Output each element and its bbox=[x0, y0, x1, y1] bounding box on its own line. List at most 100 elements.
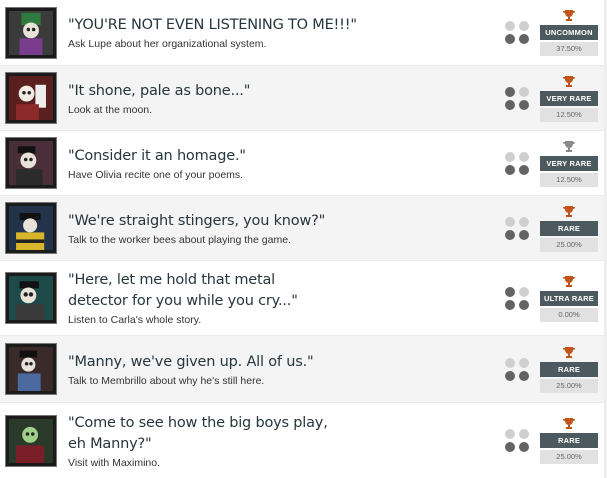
achievement-row[interactable]: "Here, let me hold that metal detector f… bbox=[0, 261, 607, 336]
unlock-percent: 25.00% bbox=[540, 237, 598, 252]
achievement-row[interactable]: "YOU'RE NOT EVEN LISTENING TO ME!!!" Ask… bbox=[0, 0, 607, 66]
achievement-thumbnail bbox=[6, 73, 56, 123]
achievement-thumbnail bbox=[6, 273, 56, 323]
unlock-percent: 25.00% bbox=[540, 450, 598, 464]
progress-dots bbox=[500, 336, 534, 402]
progress-dots bbox=[500, 196, 534, 260]
progress-dot bbox=[505, 164, 515, 175]
thumb-wrap bbox=[0, 261, 62, 335]
achievement-text: "Here, let me hold that metal detector f… bbox=[62, 261, 500, 335]
progress-dot bbox=[505, 216, 515, 227]
progress-dot bbox=[505, 442, 515, 452]
rarity-block: UNCOMMON 37.50% bbox=[534, 0, 604, 65]
progress-dots bbox=[500, 403, 534, 478]
achievement-description: Visit with Maximino. bbox=[68, 456, 160, 469]
trophy-gold-icon bbox=[563, 10, 575, 21]
rarity-block: VERY RARE 12.50% bbox=[534, 131, 604, 195]
progress-dot bbox=[505, 151, 515, 162]
progress-dot bbox=[519, 429, 529, 439]
thumb-wrap bbox=[0, 0, 62, 65]
rarity-block: VERY RARE 12.50% bbox=[534, 66, 604, 130]
achievement-title: "YOU'RE NOT EVEN LISTENING TO ME!!!" bbox=[68, 17, 357, 33]
trophy-gold-icon bbox=[563, 418, 575, 429]
progress-dot bbox=[505, 99, 515, 110]
progress-dot bbox=[505, 286, 515, 297]
unlock-percent: 12.50% bbox=[540, 172, 598, 187]
progress-dot bbox=[519, 34, 529, 44]
rarity-block: RARE 25.00% bbox=[534, 336, 604, 402]
achievement-text: "Come to see how the big boys play, eh M… bbox=[62, 403, 500, 478]
rarity-badge: RARE bbox=[540, 433, 598, 448]
progress-dots bbox=[500, 261, 534, 335]
rarity-block: RARE 25.00% bbox=[534, 196, 604, 260]
progress-dot bbox=[519, 299, 529, 310]
achievement-thumbnail bbox=[6, 203, 56, 253]
achievement-thumbnail bbox=[6, 7, 56, 58]
achievement-thumbnail bbox=[6, 344, 56, 394]
progress-dot bbox=[519, 229, 529, 240]
thumb-wrap bbox=[0, 66, 62, 130]
achievement-row[interactable]: "Consider it an homage." Have Olivia rec… bbox=[0, 131, 607, 196]
achievement-description: Look at the moon. bbox=[68, 103, 153, 116]
achievement-description: Have Olivia recite one of your poems. bbox=[68, 168, 244, 181]
trophy-gold-icon bbox=[563, 346, 575, 358]
rarity-badge: RARE bbox=[540, 361, 598, 377]
progress-dot bbox=[519, 370, 529, 381]
rarity-badge: VERY RARE bbox=[540, 155, 598, 171]
trophy-gold-icon bbox=[563, 75, 575, 87]
rarity-badge: RARE bbox=[540, 220, 598, 236]
achievement-description: Talk to the worker bees about playing th… bbox=[68, 233, 291, 246]
achievement-text: "We're straight stingers, you know?" Tal… bbox=[62, 196, 500, 260]
achievement-text: "Consider it an homage." Have Olivia rec… bbox=[62, 131, 500, 195]
thumb-wrap bbox=[0, 196, 62, 260]
progress-dots bbox=[500, 131, 534, 195]
trophy-silver-icon bbox=[563, 140, 575, 152]
unlock-percent: 0.00% bbox=[540, 307, 598, 322]
thumb-wrap bbox=[0, 131, 62, 195]
unlock-percent: 12.50% bbox=[540, 107, 598, 122]
progress-dot bbox=[505, 357, 515, 368]
thumb-wrap bbox=[0, 403, 62, 478]
rarity-badge: ULTRA RARE bbox=[540, 290, 598, 306]
progress-dot bbox=[519, 151, 529, 162]
rarity-badge: UNCOMMON bbox=[540, 25, 598, 40]
rarity-block: ULTRA RARE 0.00% bbox=[534, 261, 604, 335]
progress-dot bbox=[519, 86, 529, 97]
progress-dot bbox=[519, 99, 529, 110]
achievement-title: "Here, let me hold that metal detector f… bbox=[68, 272, 298, 309]
achievement-title: "We're straight stingers, you know?" bbox=[68, 212, 326, 229]
progress-dots bbox=[500, 0, 534, 65]
trophy-gold-icon bbox=[563, 275, 575, 287]
progress-dots bbox=[500, 66, 534, 130]
progress-dot bbox=[505, 86, 515, 97]
achievement-title: "Manny, we've given up. All of us." bbox=[68, 353, 314, 370]
progress-dot bbox=[505, 21, 515, 31]
achievement-description: Listen to Carla's whole story. bbox=[68, 314, 202, 326]
trophy-gold-icon bbox=[563, 205, 575, 217]
progress-dot bbox=[519, 164, 529, 175]
progress-dot bbox=[519, 442, 529, 452]
achievement-text: "YOU'RE NOT EVEN LISTENING TO ME!!!" Ask… bbox=[62, 0, 500, 65]
progress-dot bbox=[505, 299, 515, 310]
progress-dot bbox=[505, 429, 515, 439]
achievement-thumbnail bbox=[6, 138, 56, 188]
achievement-text: "It shone, pale as bone..." Look at the … bbox=[62, 66, 500, 130]
achievement-row[interactable]: "It shone, pale as bone..." Look at the … bbox=[0, 66, 607, 131]
achievement-row[interactable]: "Come to see how the big boys play, eh M… bbox=[0, 403, 607, 478]
progress-dot bbox=[519, 21, 529, 31]
rarity-block: RARE 25.00% bbox=[534, 403, 604, 478]
unlock-percent: 37.50% bbox=[540, 42, 598, 56]
achievement-title: "It shone, pale as bone..." bbox=[68, 82, 251, 99]
achievement-description: Talk to Membrillo about why he's still h… bbox=[68, 374, 265, 387]
achievement-row[interactable]: "We're straight stingers, you know?" Tal… bbox=[0, 196, 607, 261]
achievement-thumbnail bbox=[6, 415, 56, 466]
achievement-description: Ask Lupe about her organizational system… bbox=[68, 38, 267, 50]
progress-dot bbox=[519, 286, 529, 297]
progress-dot bbox=[519, 216, 529, 227]
achievement-row[interactable]: "Manny, we've given up. All of us." Talk… bbox=[0, 336, 607, 403]
progress-dot bbox=[505, 229, 515, 240]
progress-dot bbox=[505, 370, 515, 381]
achievement-title: "Come to see how the big boys play, eh M… bbox=[68, 414, 328, 452]
thumb-wrap bbox=[0, 336, 62, 402]
progress-dot bbox=[519, 357, 529, 368]
